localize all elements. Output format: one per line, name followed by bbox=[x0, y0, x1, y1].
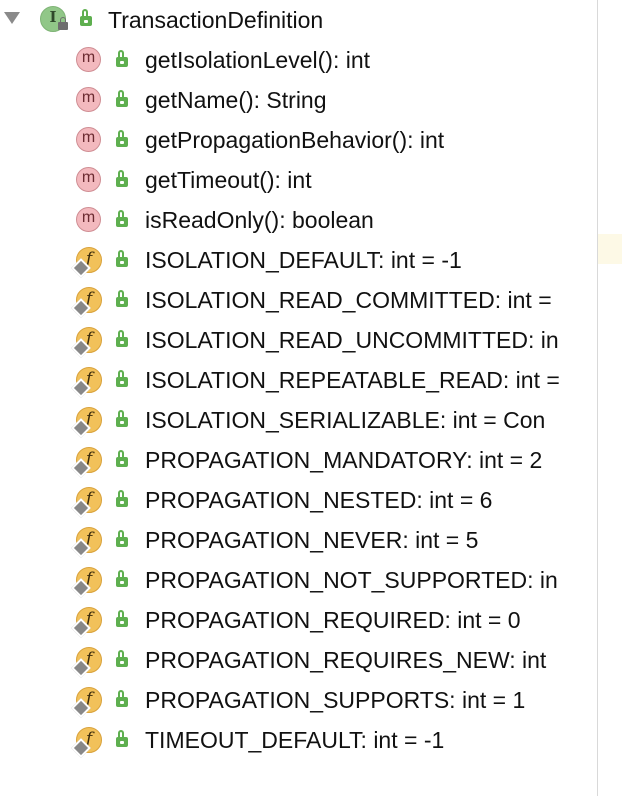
current-line-highlight bbox=[598, 234, 622, 264]
public-visibility-icon bbox=[116, 210, 128, 227]
field-icon: f bbox=[71, 287, 102, 318]
field-label: ISOLATION_DEFAULT: int = -1 bbox=[145, 247, 462, 273]
method-icon: m bbox=[76, 87, 101, 112]
structure-panel: I TransactionDefinition m getIsolationLev… bbox=[0, 0, 597, 796]
field-icon: f bbox=[71, 647, 102, 678]
public-visibility-icon bbox=[116, 610, 128, 627]
field-icon: f bbox=[71, 607, 102, 638]
public-visibility-icon bbox=[116, 50, 128, 67]
method-icon: m bbox=[76, 47, 101, 72]
field-icon: f bbox=[71, 327, 102, 358]
field-row[interactable]: f PROPAGATION_NEVER: int = 5 bbox=[0, 520, 597, 560]
public-visibility-icon bbox=[116, 410, 128, 427]
method-label: isReadOnly(): boolean bbox=[145, 207, 374, 233]
field-label: PROPAGATION_NESTED: int = 6 bbox=[145, 487, 493, 513]
root-label: TransactionDefinition bbox=[108, 7, 324, 33]
public-visibility-icon bbox=[116, 530, 128, 547]
field-label: ISOLATION_READ_COMMITTED: int = bbox=[145, 287, 552, 313]
public-visibility-icon bbox=[116, 690, 128, 707]
field-label: ISOLATION_REPEATABLE_READ: int = bbox=[145, 367, 560, 393]
public-visibility-icon bbox=[116, 650, 128, 667]
field-label: TIMEOUT_DEFAULT: int = -1 bbox=[145, 727, 445, 753]
method-row[interactable]: m getPropagationBehavior(): int bbox=[0, 120, 597, 160]
field-label: PROPAGATION_NOT_SUPPORTED: in bbox=[145, 567, 558, 593]
public-visibility-icon bbox=[116, 170, 128, 187]
lock-icon bbox=[58, 17, 68, 30]
method-icon: m bbox=[76, 167, 101, 192]
public-visibility-icon bbox=[116, 290, 128, 307]
field-icon: f bbox=[71, 527, 102, 558]
field-row[interactable]: f PROPAGATION_REQUIRED: int = 0 bbox=[0, 600, 597, 640]
public-visibility-icon bbox=[80, 9, 92, 26]
method-icon: m bbox=[76, 127, 101, 152]
field-label: PROPAGATION_MANDATORY: int = 2 bbox=[145, 447, 543, 473]
field-icon: f bbox=[71, 407, 102, 438]
field-row[interactable]: f PROPAGATION_NOT_SUPPORTED: in bbox=[0, 560, 597, 600]
public-visibility-icon bbox=[116, 90, 128, 107]
field-row[interactable]: f ISOLATION_REPEATABLE_READ: int = bbox=[0, 360, 597, 400]
field-label: PROPAGATION_SUPPORTS: int = 1 bbox=[145, 687, 526, 713]
method-row[interactable]: m getIsolationLevel(): int bbox=[0, 40, 597, 80]
field-label: PROPAGATION_REQUIRES_NEW: int bbox=[145, 647, 547, 673]
field-label: PROPAGATION_REQUIRED: int = 0 bbox=[145, 607, 521, 633]
public-visibility-icon bbox=[116, 330, 128, 347]
field-icon: f bbox=[71, 247, 102, 278]
public-visibility-icon bbox=[116, 490, 128, 507]
method-row[interactable]: m isReadOnly(): boolean bbox=[0, 200, 597, 240]
public-visibility-icon bbox=[116, 370, 128, 387]
public-visibility-icon bbox=[116, 130, 128, 147]
field-icon: f bbox=[71, 567, 102, 598]
method-label: getIsolationLevel(): int bbox=[145, 47, 371, 73]
field-icon: f bbox=[71, 727, 102, 758]
method-row[interactable]: m getName(): String bbox=[0, 80, 597, 120]
field-row[interactable]: f PROPAGATION_NESTED: int = 6 bbox=[0, 480, 597, 520]
field-label: ISOLATION_SERIALIZABLE: int = Con bbox=[145, 407, 546, 433]
field-icon: f bbox=[71, 367, 102, 398]
field-row[interactable]: f PROPAGATION_MANDATORY: int = 2 bbox=[0, 440, 597, 480]
public-visibility-icon bbox=[116, 570, 128, 587]
field-row[interactable]: f TIMEOUT_DEFAULT: int = -1 bbox=[0, 720, 597, 760]
field-row[interactable]: f ISOLATION_DEFAULT: int = -1 bbox=[0, 240, 597, 280]
field-icon: f bbox=[71, 447, 102, 478]
field-row[interactable]: f PROPAGATION_SUPPORTS: int = 1 bbox=[0, 680, 597, 720]
editor-gutter bbox=[597, 0, 622, 796]
method-label: getTimeout(): int bbox=[145, 167, 312, 193]
field-row[interactable]: f ISOLATION_READ_UNCOMMITTED: in bbox=[0, 320, 597, 360]
field-label: PROPAGATION_NEVER: int = 5 bbox=[145, 527, 479, 553]
field-label: ISOLATION_READ_UNCOMMITTED: in bbox=[145, 327, 559, 353]
method-icon: m bbox=[76, 207, 101, 232]
field-icon: f bbox=[71, 487, 102, 518]
public-visibility-icon bbox=[116, 730, 128, 747]
collapse-arrow-icon[interactable] bbox=[4, 12, 20, 24]
method-label: getPropagationBehavior(): int bbox=[145, 127, 445, 153]
field-row[interactable]: f PROPAGATION_REQUIRES_NEW: int bbox=[0, 640, 597, 680]
tree-root-row[interactable]: I TransactionDefinition bbox=[0, 0, 597, 40]
method-label: getName(): String bbox=[145, 87, 327, 113]
field-row[interactable]: f ISOLATION_READ_COMMITTED: int = bbox=[0, 280, 597, 320]
method-row[interactable]: m getTimeout(): int bbox=[0, 160, 597, 200]
field-icon: f bbox=[71, 687, 102, 718]
public-visibility-icon bbox=[116, 450, 128, 467]
public-visibility-icon bbox=[116, 250, 128, 267]
field-row[interactable]: f ISOLATION_SERIALIZABLE: int = Con bbox=[0, 400, 597, 440]
